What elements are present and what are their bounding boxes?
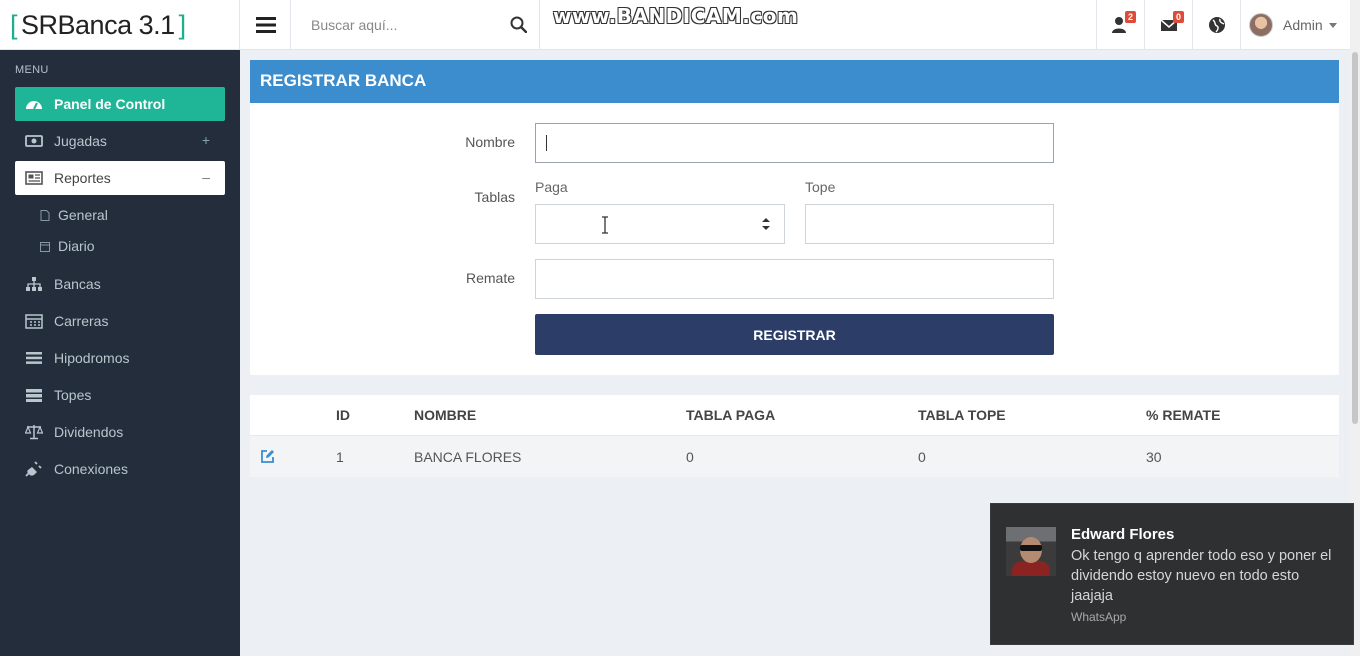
dashboard-icon	[26, 101, 42, 110]
sitemap-icon	[26, 277, 42, 291]
server-icon	[26, 389, 42, 402]
hamburger-icon	[255, 17, 276, 33]
sidebar-item-label: Reportes	[54, 170, 111, 186]
sidebar: MENU Panel de Control Jugadas + Reportes…	[0, 50, 240, 656]
search-box	[292, 0, 540, 50]
user-menu[interactable]: Admin	[1240, 0, 1350, 50]
language-button[interactable]	[1192, 0, 1240, 50]
sidebar-item-conexiones[interactable]: Conexiones	[15, 452, 225, 486]
number-spinner-icon[interactable]	[762, 217, 770, 231]
cell-tabla-tope: 0	[918, 449, 926, 465]
sender-avatar	[1006, 527, 1056, 576]
calendar-grid-icon	[25, 314, 43, 329]
sidebar-item-panel-de-control[interactable]: Panel de Control	[15, 87, 225, 121]
text-caret	[546, 135, 547, 151]
notification-sender: Edward Flores	[1071, 526, 1175, 543]
text-cursor-icon	[602, 216, 608, 234]
sidebar-item-label: Bancas	[54, 276, 101, 292]
notification-app-name: WhatsApp	[1071, 610, 1127, 624]
brand-bracket-close: ]	[178, 9, 187, 40]
sidebar-item-bancas[interactable]: Bancas	[15, 267, 225, 301]
avatar-glasses	[1020, 545, 1042, 551]
sidebar-subitem-general[interactable]: General	[40, 201, 220, 229]
sidebar-item-topes[interactable]: Topes	[15, 378, 225, 412]
nombre-input[interactable]	[535, 123, 1054, 163]
recording-watermark: www.BANDICAM.com	[553, 4, 799, 28]
cell-nombre: BANCA FLORES	[414, 449, 522, 465]
balance-scale-icon	[25, 425, 43, 440]
column-header-tabla-tope: TABLA TOPE	[918, 407, 1006, 423]
tablas-label: Tablas	[474, 189, 515, 205]
avatar-shirt	[1012, 561, 1050, 576]
paga-label: Paga	[535, 179, 568, 195]
remate-input[interactable]	[535, 259, 1054, 299]
sidebar-subitem-label: Diario	[58, 238, 95, 254]
navbar-right: 2 0 Admin	[1096, 0, 1360, 50]
sidebar-subitem-label: General	[58, 207, 108, 223]
collapse-icon: –	[202, 169, 210, 185]
brand-logo[interactable]: [ SRBanca 3.1 ]	[0, 0, 240, 50]
sidebar-item-label: Carreras	[54, 313, 109, 329]
users-badge: 2	[1124, 11, 1136, 23]
messages-badge: 0	[1172, 11, 1184, 23]
top-navbar: [ SRBanca 3.1 ] www.BANDICAM.com 2 0 Adm…	[0, 0, 1360, 50]
globe-icon	[1208, 17, 1225, 33]
notification-message: Ok tengo q aprender todo eso y poner el …	[1071, 548, 1332, 604]
brand-bracket-open: [	[10, 9, 18, 40]
caret-down-icon	[1328, 22, 1337, 28]
sidebar-item-reportes[interactable]: Reportes –	[15, 161, 225, 195]
scrollbar-thumb[interactable]	[1352, 52, 1358, 424]
column-header-tabla-paga: TABLA PAGA	[686, 407, 776, 423]
sidebar-item-label: Conexiones	[54, 461, 128, 477]
sidebar-item-label: Topes	[54, 387, 92, 403]
bancas-table: ID NOMBRE TABLA PAGA TABLA TOPE % REMATE…	[250, 395, 1339, 477]
plug-icon	[25, 461, 42, 477]
avatar	[1249, 13, 1273, 37]
column-header-id: ID	[336, 407, 350, 423]
sidebar-subitem-diario[interactable]: Diario	[40, 232, 220, 260]
cell-id: 1	[336, 449, 344, 465]
list-icon	[26, 352, 42, 364]
sidebar-item-label: Dividendos	[54, 424, 124, 440]
remate-label: Remate	[465, 270, 515, 286]
tope-input[interactable]	[805, 204, 1054, 244]
sidebar-menu-header: MENU	[15, 64, 49, 76]
paga-number-input[interactable]	[535, 204, 785, 244]
user-name: Admin	[1283, 17, 1323, 33]
sidebar-item-label: Hipodromos	[54, 350, 130, 366]
panel-title: REGISTRAR BANCA	[250, 60, 1339, 103]
registrar-button[interactable]: REGISTRAR	[535, 314, 1054, 355]
register-banca-panel: REGISTRAR BANCA Nombre Tablas Paga Tope …	[250, 60, 1339, 375]
sidebar-item-carreras[interactable]: Carreras	[15, 304, 225, 338]
search-icon[interactable]	[510, 16, 527, 33]
cell-remate: 30	[1146, 449, 1162, 465]
calendar-icon	[40, 241, 50, 252]
whatsapp-notification[interactable]: Edward Flores Ok tengo q aprender todo e…	[990, 503, 1354, 645]
messages-button[interactable]: 0	[1144, 0, 1192, 50]
tope-label: Tope	[805, 179, 836, 195]
column-header-remate: % REMATE	[1146, 407, 1221, 423]
sidebar-item-label: Jugadas	[54, 133, 107, 149]
cell-tabla-paga: 0	[686, 449, 694, 465]
edit-icon[interactable]	[260, 449, 275, 464]
sidebar-item-dividendos[interactable]: Dividendos	[15, 415, 225, 449]
nombre-label: Nombre	[465, 134, 515, 150]
brand-name: SRBanca 3.1	[21, 9, 175, 40]
money-icon	[25, 135, 43, 147]
sidebar-item-jugadas[interactable]: Jugadas +	[15, 124, 225, 158]
sidebar-item-label: Panel de Control	[54, 96, 166, 112]
table-row: 1 BANCA FLORES 0 0 30	[250, 435, 1339, 477]
sidebar-toggle-button[interactable]	[241, 0, 291, 50]
users-notifications-button[interactable]: 2	[1096, 0, 1144, 50]
search-input[interactable]	[292, 0, 540, 50]
expand-icon: +	[201, 132, 210, 148]
column-header-nombre: NOMBRE	[414, 407, 477, 423]
file-icon	[40, 209, 50, 221]
newspaper-icon	[25, 171, 43, 185]
sidebar-item-hipodromos[interactable]: Hipodromos	[15, 341, 225, 375]
